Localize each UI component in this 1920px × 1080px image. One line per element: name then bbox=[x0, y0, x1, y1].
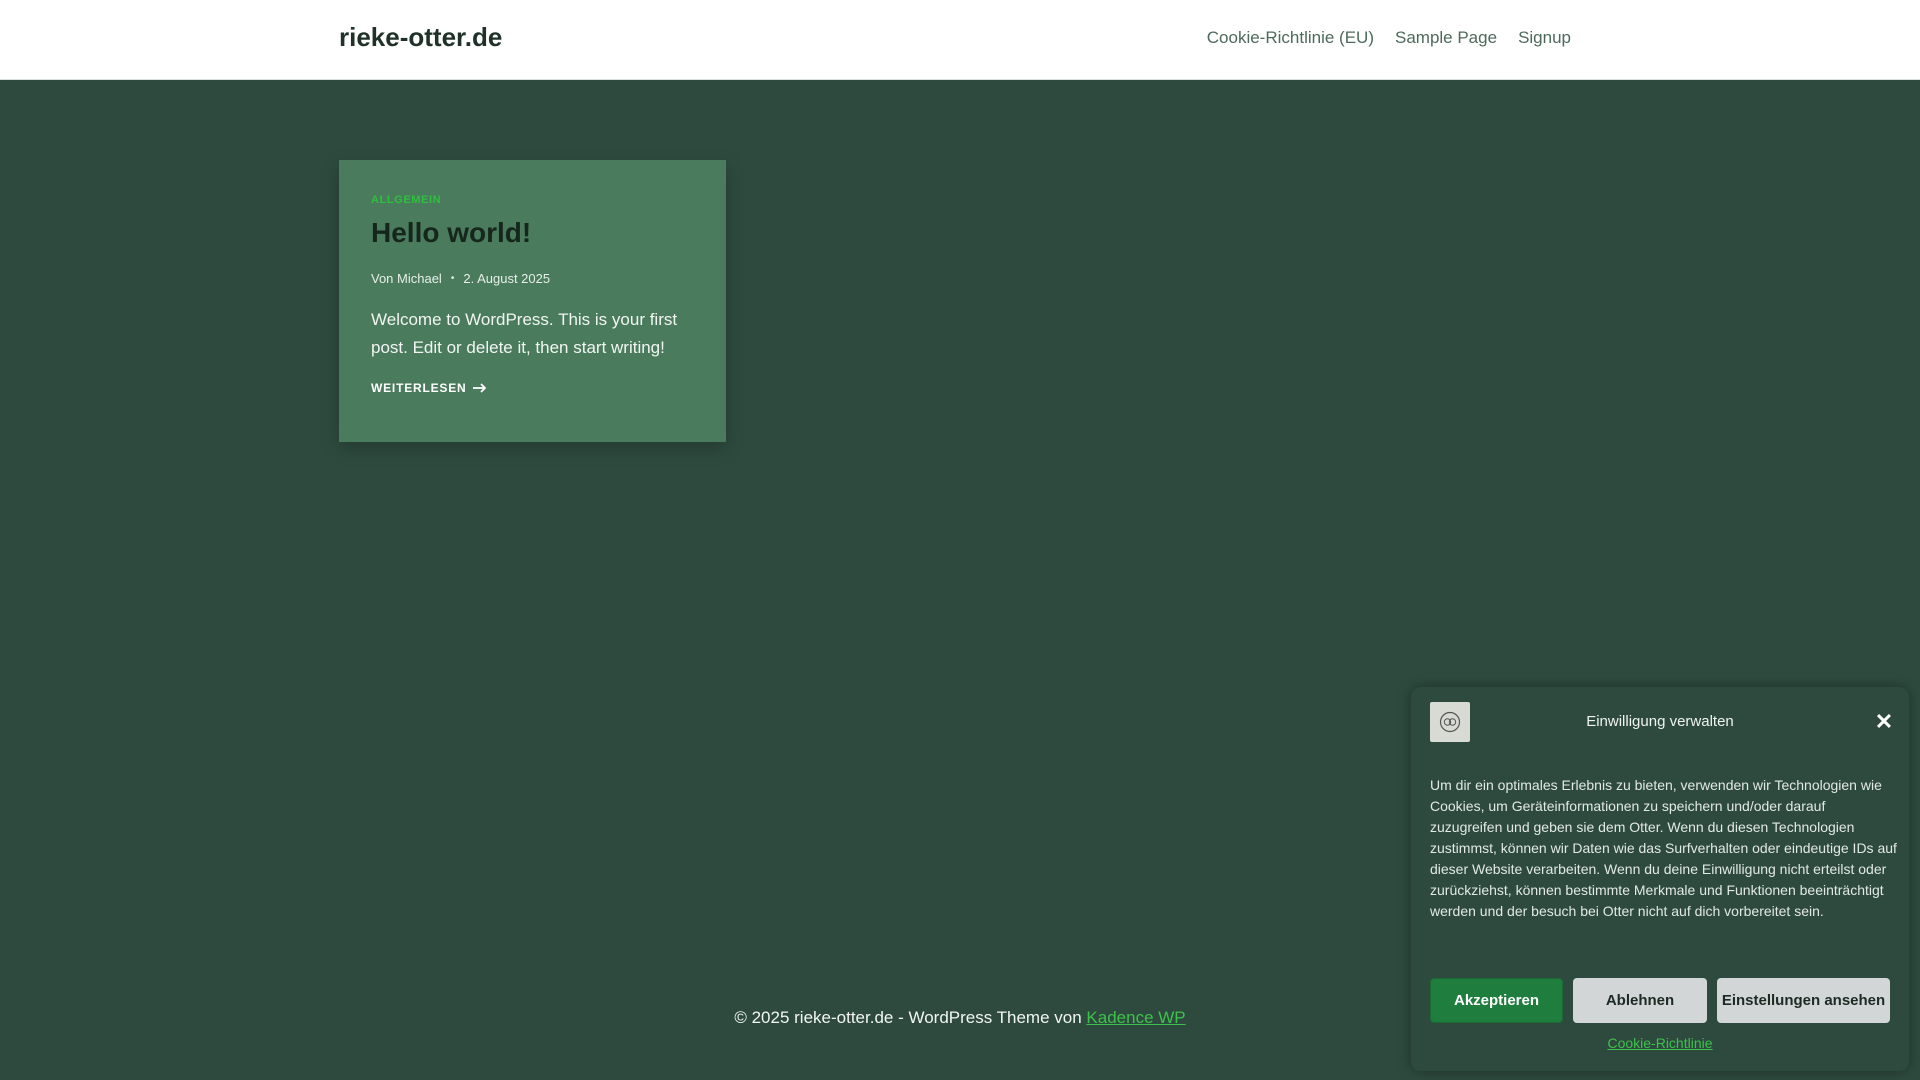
post-card: ALLGEMEIN Hello world! Von Michael • 2. … bbox=[339, 160, 726, 442]
accept-button[interactable]: Akzeptieren bbox=[1430, 978, 1563, 1023]
site-header: rieke-otter.de Cookie-Richtlinie (EU) Sa… bbox=[0, 0, 1920, 80]
meta-separator: • bbox=[450, 273, 455, 284]
read-more-link[interactable]: WEITERLESEN bbox=[371, 380, 487, 396]
view-preferences-button[interactable]: Einstellungen ansehen bbox=[1717, 978, 1890, 1023]
post-author[interactable]: Von Michael bbox=[371, 271, 442, 286]
nav-item-sample-page[interactable]: Sample Page bbox=[1395, 28, 1497, 48]
nav-item-signup[interactable]: Signup bbox=[1518, 28, 1571, 48]
close-icon[interactable]: ✕ bbox=[1871, 709, 1897, 735]
post-meta: Von Michael • 2. August 2025 bbox=[371, 271, 694, 286]
post-excerpt: Welcome to WordPress. This is your first… bbox=[371, 310, 678, 357]
cookie-banner-title: Einwilligung verwalten bbox=[1586, 713, 1734, 730]
post-title[interactable]: Hello world! bbox=[371, 217, 694, 249]
arrow-right-icon bbox=[473, 380, 487, 396]
footer-kadence-link[interactable]: Kadence WP bbox=[1086, 1008, 1185, 1027]
read-more-label: WEITERLESEN bbox=[371, 381, 467, 395]
footer-copyright: © 2025 rieke-otter.de - WordPress Theme … bbox=[734, 1008, 1082, 1027]
cookie-consent-banner: Einwilligung verwalten ✕ Um dir ein opti… bbox=[1411, 687, 1909, 1071]
deny-button[interactable]: Ablehnen bbox=[1573, 978, 1707, 1023]
post-date[interactable]: 2. August 2025 bbox=[463, 271, 550, 286]
nav-item-cookie-policy[interactable]: Cookie-Richtlinie (EU) bbox=[1207, 28, 1374, 48]
cookie-policy-link[interactable]: Cookie-Richtlinie bbox=[1411, 1035, 1909, 1051]
site-title[interactable]: rieke-otter.de bbox=[339, 22, 502, 53]
cookie-buttons: Akzeptieren Ablehnen Einstellungen anseh… bbox=[1430, 978, 1890, 1023]
post-category-link[interactable]: ALLGEMEIN bbox=[371, 194, 694, 206]
cookie-banner-message: Um dir ein optimales Erlebnis zu bieten,… bbox=[1430, 777, 1897, 919]
main-nav: Cookie-Richtlinie (EU) Sample Page Signu… bbox=[1207, 28, 1571, 48]
